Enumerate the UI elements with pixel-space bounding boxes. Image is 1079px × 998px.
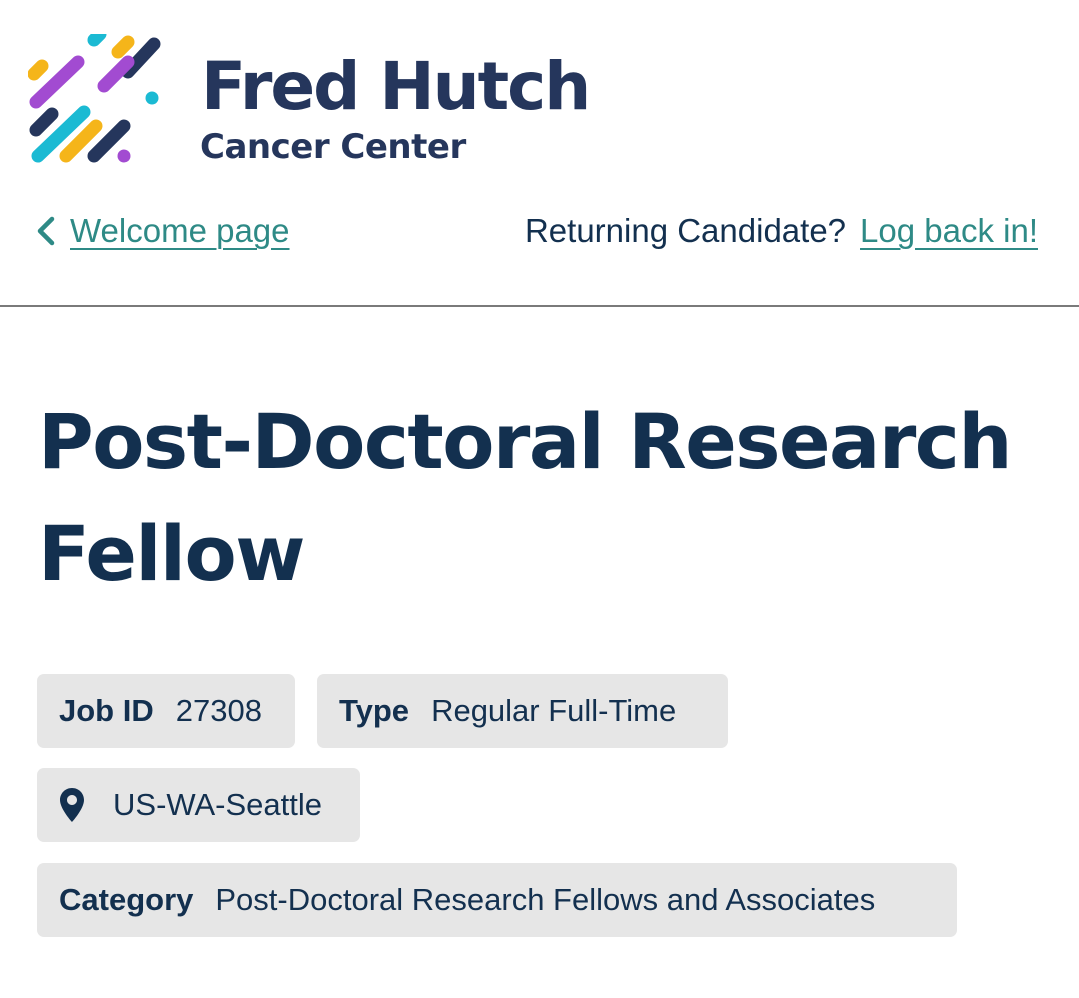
job-category-label: Category <box>59 882 194 917</box>
job-type-label: Type <box>339 693 410 728</box>
welcome-page-label: Welcome page <box>70 212 290 249</box>
welcome-page-link[interactable]: Welcome page <box>32 206 290 256</box>
log-back-in-link[interactable]: Log back in! <box>860 206 1038 256</box>
chevron-left-icon <box>37 216 55 246</box>
job-type-value: Regular Full-Time <box>431 693 677 728</box>
job-id-tag: Job ID 27308 <box>37 674 295 748</box>
job-location-tag: US-WA-Seattle <box>37 768 360 842</box>
job-location-value: US-WA-Seattle <box>113 787 323 822</box>
job-category-tag: Category Post-Doctoral Research Fellows … <box>37 863 957 937</box>
fred-hutch-logo[interactable]: Fred Hutch Cancer Center <box>28 34 591 169</box>
job-title: Post-Doctoral Research Fellow <box>38 397 1012 598</box>
job-id-value: 27308 <box>175 693 262 728</box>
job-type-tag: Type Regular Full-Time <box>317 674 728 748</box>
job-category-value: Post-Doctoral Research Fellows and Assoc… <box>215 882 876 917</box>
returning-candidate-prompt: Returning Candidate? <box>524 212 847 249</box>
logo-mark-icon <box>28 34 161 163</box>
logo-subtitle: Cancer Center <box>200 127 466 167</box>
job-id-label: Job ID <box>59 693 154 728</box>
logo-title: Fred Hutch <box>201 48 591 125</box>
top-nav: Welcome page Returning Candidate? Log ba… <box>0 206 1079 262</box>
map-pin-icon <box>60 788 84 822</box>
header-divider <box>0 305 1079 307</box>
returning-candidate: Returning Candidate? Log back in! <box>525 206 1038 256</box>
